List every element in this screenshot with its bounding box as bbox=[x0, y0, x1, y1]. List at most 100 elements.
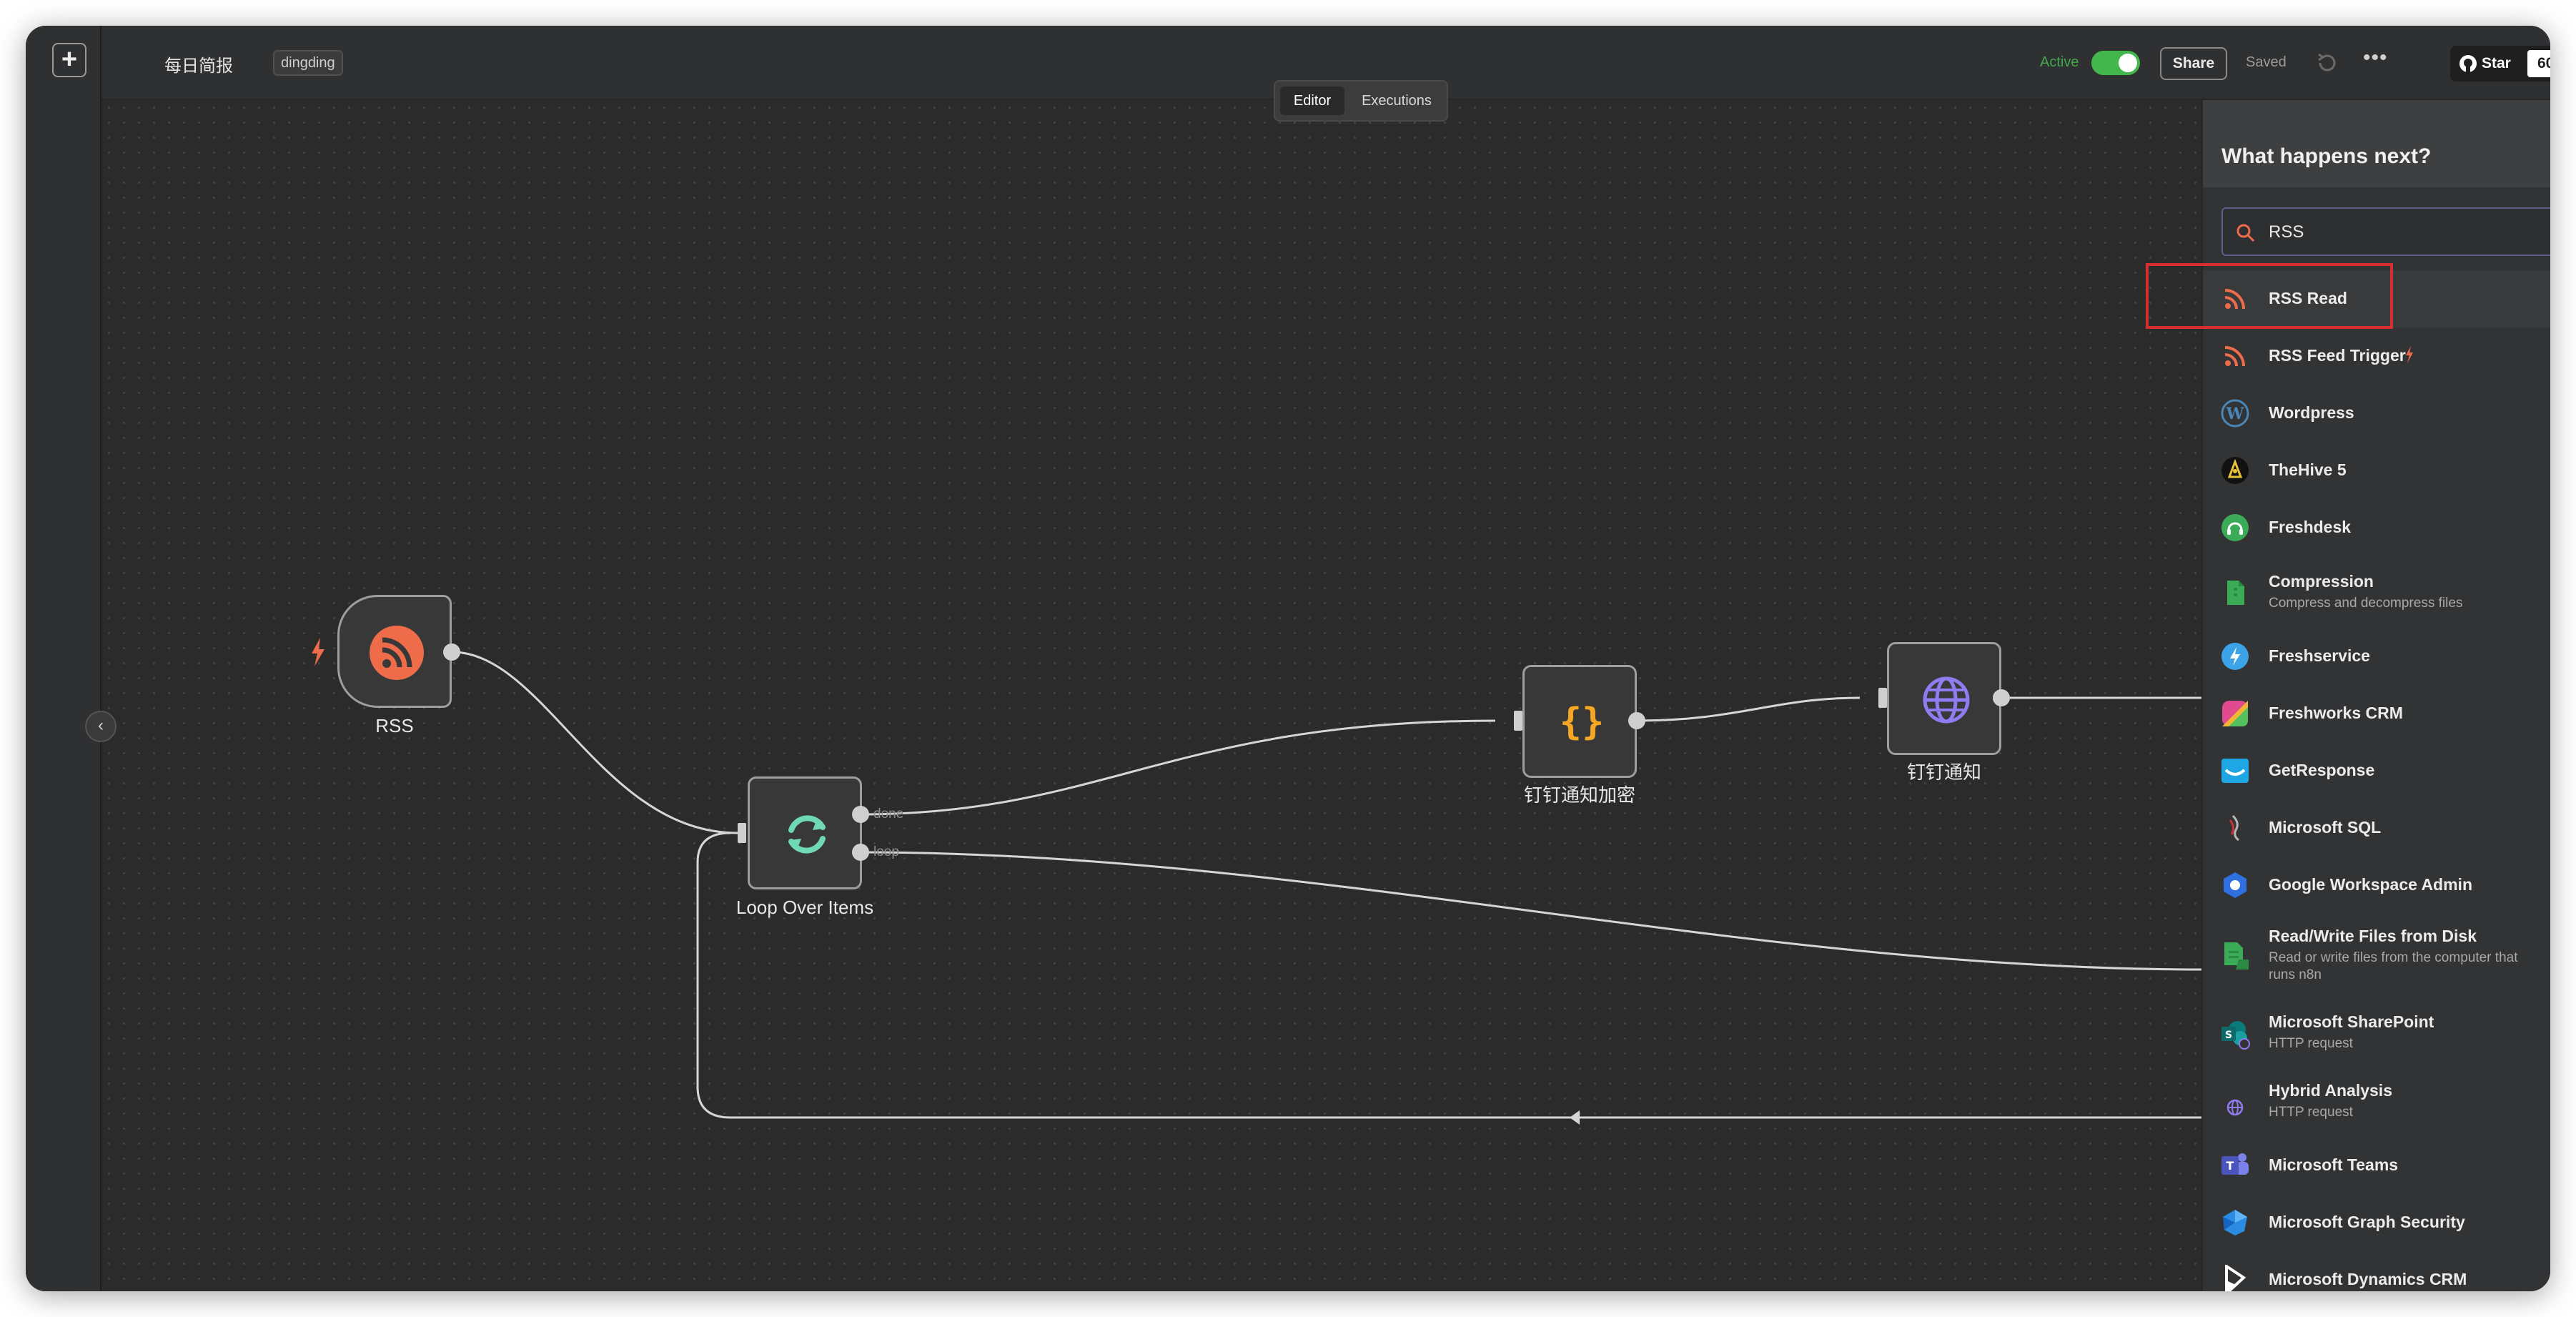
node-search-input[interactable]: RSS bbox=[2221, 207, 2550, 256]
notify-input-handle[interactable] bbox=[1878, 688, 1887, 708]
graph-security-icon bbox=[2223, 1210, 2247, 1235]
share-button[interactable]: Share bbox=[2160, 47, 2227, 80]
node-dingtalk-notify[interactable] bbox=[1887, 642, 2001, 755]
workflow-title[interactable]: 每日简报 bbox=[164, 51, 233, 77]
item-name: Read/Write Files from Disk bbox=[2269, 927, 2477, 945]
freshservice-icon bbox=[2221, 643, 2249, 670]
panel-title: What happens next? bbox=[2221, 144, 2432, 168]
list-item-microsoft-sharepoint[interactable]: S Microsoft SharePoint HTTP request bbox=[2203, 1000, 2550, 1068]
loop-icon bbox=[788, 815, 826, 854]
item-name: Microsoft Graph Security bbox=[2269, 1213, 2465, 1231]
node-rss[interactable] bbox=[337, 595, 452, 708]
active-toggle[interactable] bbox=[2091, 51, 2140, 75]
sharepoint-icon: S bbox=[2221, 1021, 2250, 1050]
node-loop-label: Loop Over Items bbox=[735, 897, 874, 918]
item-description: HTTP request bbox=[2269, 1105, 2353, 1120]
teams-icon: T bbox=[2221, 1153, 2249, 1175]
svg-text:W: W bbox=[2226, 405, 2244, 423]
item-description: Compress and decompress files bbox=[2269, 596, 2463, 611]
node-encrypt-label: 钉钉通知加密 bbox=[1523, 784, 1635, 806]
list-item-microsoft-dynamics-crm[interactable]: Microsoft Dynamics CRM bbox=[2203, 1251, 2550, 1291]
list-item-google-workspace-admin[interactable]: Google Workspace Admin bbox=[2203, 857, 2550, 914]
list-item-thehive[interactable]: TheHive 5 bbox=[2203, 442, 2550, 499]
github-icon bbox=[2459, 55, 2477, 72]
list-item-wordpress[interactable]: W Wordpress bbox=[2203, 385, 2550, 442]
panel-header: What happens next? bbox=[2203, 100, 2550, 187]
item-name: Hybrid Analysis bbox=[2269, 1081, 2392, 1100]
more-options-icon[interactable]: ••• bbox=[2363, 46, 2388, 70]
disk-file-icon bbox=[2224, 942, 2249, 970]
node-notify-label: 钉钉通知 bbox=[1906, 761, 1981, 783]
list-item-freshworks-crm[interactable]: Freshworks CRM bbox=[2203, 685, 2550, 742]
port-label-done: done bbox=[873, 807, 904, 822]
item-name: Freshdesk bbox=[2269, 518, 2352, 536]
item-name: Freshworks CRM bbox=[2269, 704, 2403, 722]
collapse-sidebar-icon[interactable]: ‹ bbox=[85, 711, 117, 742]
connection-done-encrypt bbox=[860, 719, 1496, 816]
connection-loop-out bbox=[860, 851, 2201, 971]
freshworks-icon bbox=[2222, 701, 2248, 726]
file-icon bbox=[2227, 581, 2244, 605]
list-item-compression[interactable]: Compression Compress and decompress file… bbox=[2203, 556, 2550, 628]
star-label: Star bbox=[2482, 55, 2511, 71]
list-item-rss-feed-trigger[interactable]: RSS Feed Trigger bbox=[2203, 327, 2550, 385]
item-name: GetResponse bbox=[2269, 761, 2375, 779]
rss-output-handle[interactable] bbox=[443, 643, 460, 661]
trigger-bolt-icon bbox=[312, 638, 325, 666]
item-name: Microsoft Teams bbox=[2269, 1155, 2399, 1174]
loop-loop-handle[interactable] bbox=[852, 844, 869, 861]
item-name: Google Workspace Admin bbox=[2269, 875, 2472, 894]
connection-return bbox=[696, 832, 2201, 1119]
item-name: Microsoft Dynamics CRM bbox=[2269, 1270, 2467, 1288]
encrypt-input-handle[interactable] bbox=[1514, 711, 1522, 731]
github-star-button[interactable]: Star 60 bbox=[2450, 46, 2550, 82]
freshdesk-icon bbox=[2221, 514, 2249, 541]
list-item-microsoft-teams[interactable]: T Microsoft Teams bbox=[2203, 1137, 2550, 1194]
node-rss-label: RSS bbox=[375, 715, 414, 736]
star-count: 60 bbox=[2527, 50, 2550, 77]
history-icon[interactable] bbox=[2313, 49, 2342, 77]
active-label: Active bbox=[2040, 54, 2079, 70]
globe-icon bbox=[2226, 1099, 2244, 1116]
wordpress-icon: W bbox=[2221, 399, 2249, 428]
list-item-freshservice[interactable]: Freshservice bbox=[2203, 628, 2550, 685]
encrypt-output-handle[interactable] bbox=[1628, 712, 1645, 729]
mssql-icon bbox=[2229, 814, 2239, 842]
svg-text:T: T bbox=[2226, 1159, 2234, 1173]
notify-output-handle[interactable] bbox=[1993, 689, 2010, 706]
list-item-read-write-files[interactable]: Read/Write Files from Disk Read or write… bbox=[2203, 914, 2550, 1000]
rss-icon bbox=[2224, 346, 2245, 367]
workflow-canvas[interactable]: RSS done loop Loop Over Items {} 钉钉通知加密 bbox=[101, 100, 2201, 1291]
svg-text:{}: {} bbox=[1560, 701, 1605, 744]
add-workflow-button[interactable]: + bbox=[52, 43, 86, 77]
view-switcher: Editor Executions bbox=[1274, 80, 1448, 122]
globe-icon bbox=[1923, 676, 1970, 724]
node-loop-over-items[interactable] bbox=[748, 776, 862, 889]
loop-done-handle[interactable] bbox=[852, 806, 869, 823]
item-name: Wordpress bbox=[2269, 403, 2354, 422]
list-item-getresponse[interactable]: GetResponse bbox=[2203, 742, 2550, 799]
item-name: Compression bbox=[2269, 572, 2374, 591]
workflow-tag[interactable]: dingding bbox=[273, 50, 343, 76]
tab-executions[interactable]: Executions bbox=[1349, 87, 1444, 115]
node-dingtalk-encrypt[interactable]: {} bbox=[1522, 665, 1637, 778]
google-workspace-icon bbox=[2224, 872, 2246, 898]
list-item-microsoft-graph-security[interactable]: Microsoft Graph Security bbox=[2203, 1194, 2550, 1251]
search-value: RSS bbox=[2269, 222, 2304, 242]
dynamics-icon bbox=[2225, 1265, 2246, 1291]
saved-status: Saved bbox=[2246, 54, 2287, 70]
getresponse-icon bbox=[2221, 759, 2249, 783]
loop-input-handle[interactable] bbox=[738, 823, 746, 843]
toggle-knob bbox=[2119, 54, 2137, 72]
item-description: Read or write files from the computer th… bbox=[2269, 950, 2518, 982]
thehive-icon bbox=[2221, 457, 2249, 484]
list-item-hybrid-analysis[interactable]: Hybrid Analysis HTTP request bbox=[2203, 1068, 2550, 1137]
return-arrow-icon bbox=[1570, 1110, 1580, 1125]
list-item-freshdesk[interactable]: Freshdesk bbox=[2203, 499, 2550, 556]
tab-editor[interactable]: Editor bbox=[1280, 87, 1344, 115]
app-window: + ‹ 每日简报 dingding Active Share Saved •••… bbox=[26, 26, 2550, 1291]
item-description: HTTP request bbox=[2269, 1036, 2353, 1051]
list-item-microsoft-sql[interactable]: Microsoft SQL bbox=[2203, 799, 2550, 857]
item-name: Microsoft SharePoint bbox=[2269, 1012, 2434, 1031]
left-sidebar: + bbox=[26, 26, 101, 1291]
